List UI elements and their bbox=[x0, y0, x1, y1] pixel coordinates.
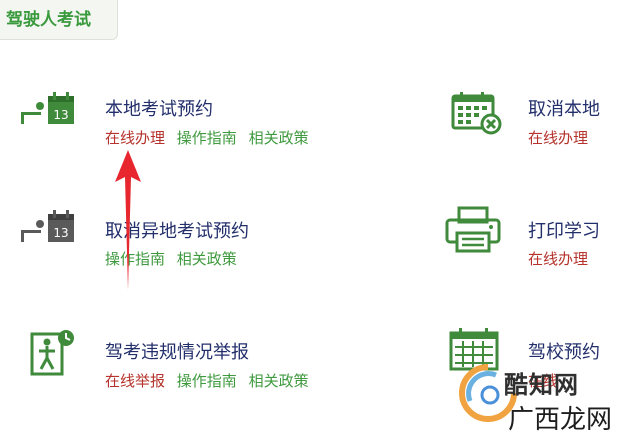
red-arrow-annotation bbox=[115, 150, 141, 290]
link-policy[interactable]: 相关政策 bbox=[249, 372, 309, 390]
printer-icon[interactable] bbox=[443, 205, 505, 257]
link-policy[interactable]: 相关政策 bbox=[177, 250, 237, 268]
link-online-report[interactable]: 在线举报 bbox=[105, 372, 165, 390]
section-tab-label: 驾驶人考试 bbox=[6, 10, 91, 30]
link-online-handle[interactable]: 在线办理 bbox=[528, 129, 588, 147]
report-exit-icon[interactable] bbox=[26, 328, 88, 380]
service-title-driving-school-booking[interactable]: 驾校预约 bbox=[528, 338, 600, 364]
page: 驾驶人考试 13 本地考试预约 在线办理 操作指南 相关政策 取消本地 在线办理… bbox=[0, 0, 620, 437]
calendar-clock-icon[interactable]: 13 bbox=[18, 90, 80, 142]
section-tab[interactable]: 驾驶人考试 bbox=[0, 0, 118, 40]
service-title-print-study[interactable]: 打印学习 bbox=[528, 217, 600, 243]
calendar-clock-icon[interactable]: 13 bbox=[18, 208, 80, 260]
service-title-local-exam-booking[interactable]: 本地考试预约 bbox=[105, 95, 213, 121]
service-title-cancel-local[interactable]: 取消本地 bbox=[528, 95, 600, 121]
service-links-print-study: 在线办理 bbox=[528, 248, 595, 269]
link-guide[interactable]: 操作指南 bbox=[177, 129, 237, 147]
watermark: 酷知网 广西龙网 bbox=[458, 363, 618, 435]
service-links-exam-violation-report: 在线举报 操作指南 相关政策 bbox=[105, 370, 316, 391]
link-guide[interactable]: 操作指南 bbox=[177, 372, 237, 390]
link-policy[interactable]: 相关政策 bbox=[249, 129, 309, 147]
watermark-text-primary: 酷知网 bbox=[504, 371, 579, 399]
service-links-cancel-local: 在线办理 bbox=[528, 127, 595, 148]
calendar-day-text: 13 bbox=[53, 226, 68, 240]
watermark-text-secondary: 广西龙网 bbox=[508, 405, 613, 435]
link-online-handle[interactable]: 在线办理 bbox=[528, 250, 588, 268]
service-title-exam-violation-report[interactable]: 驾考违规情况举报 bbox=[105, 338, 249, 364]
calendar-day-text: 13 bbox=[53, 108, 68, 122]
service-links-local-exam-booking: 在线办理 操作指南 相关政策 bbox=[105, 127, 316, 148]
link-online-handle[interactable]: 在线办理 bbox=[105, 129, 165, 147]
calendar-cancel-icon[interactable] bbox=[447, 90, 509, 142]
